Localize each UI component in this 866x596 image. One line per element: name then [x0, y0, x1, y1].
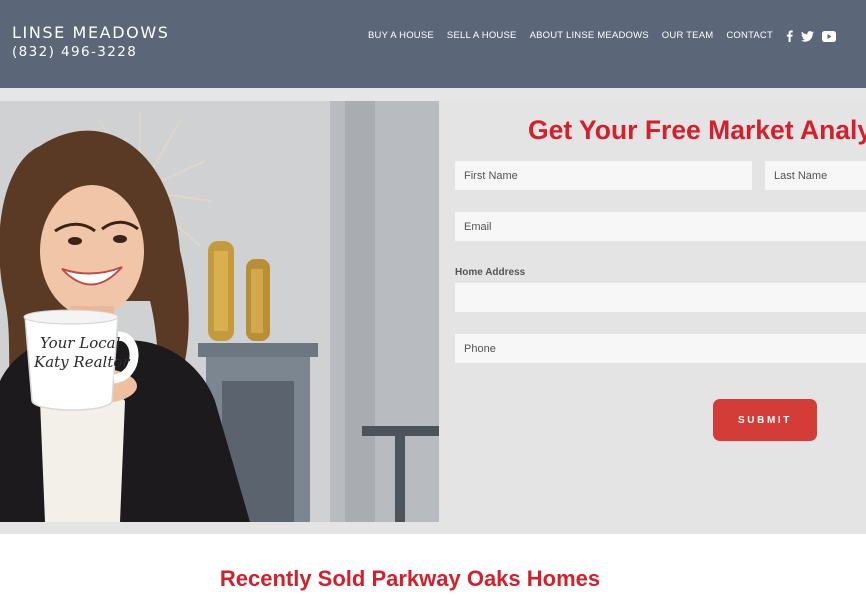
submit-button[interactable]: SUBMIT	[713, 399, 817, 441]
nav-our-team[interactable]: OUR TEAM	[662, 28, 714, 44]
hero-section: Your Local Katy Realtor Get Your Free Ma…	[0, 101, 866, 534]
phone-field[interactable]	[455, 334, 866, 363]
brand[interactable]: LINSE MEADOWS (832) 496-3228	[12, 22, 170, 61]
header-divider-strip	[0, 88, 866, 101]
form-title: Get Your Free Market Analysis	[528, 115, 866, 145]
site-header: LINSE MEADOWS (832) 496-3228 BUY A HOUSE…	[0, 0, 866, 88]
youtube-icon[interactable]	[821, 30, 836, 42]
nav-about[interactable]: ABOUT LINSE MEADOWS	[530, 28, 649, 44]
mug-text-line1: Your Local	[40, 334, 121, 352]
nav-buy-a-house[interactable]: BUY A HOUSE	[368, 28, 434, 44]
realtor-photo: Your Local Katy Realtor	[0, 101, 439, 522]
brand-phone[interactable]: (832) 496-3228	[12, 43, 170, 61]
social-links	[786, 30, 844, 42]
main-nav: BUY A HOUSE SELL A HOUSE ABOUT LINSE MEA…	[368, 28, 844, 44]
twitter-icon[interactable]	[800, 30, 814, 42]
market-analysis-form: Get Your Free Market Analysis Home Addre…	[439, 101, 866, 534]
nav-sell-a-house[interactable]: SELL A HOUSE	[447, 28, 517, 44]
facebook-icon[interactable]	[786, 30, 793, 42]
mug-text-line2: Katy Realtor	[33, 353, 130, 371]
first-name-field[interactable]	[455, 161, 752, 190]
nav-contact[interactable]: CONTACT	[726, 28, 773, 44]
brand-name[interactable]: LINSE MEADOWS	[12, 22, 170, 43]
last-name-field[interactable]	[765, 161, 866, 190]
recently-sold-heading: Recently Sold Parkway Oaks Homes	[219, 566, 601, 591]
email-field[interactable]	[455, 212, 866, 241]
home-address-field[interactable]	[455, 283, 866, 312]
home-address-label: Home Address	[455, 267, 526, 278]
